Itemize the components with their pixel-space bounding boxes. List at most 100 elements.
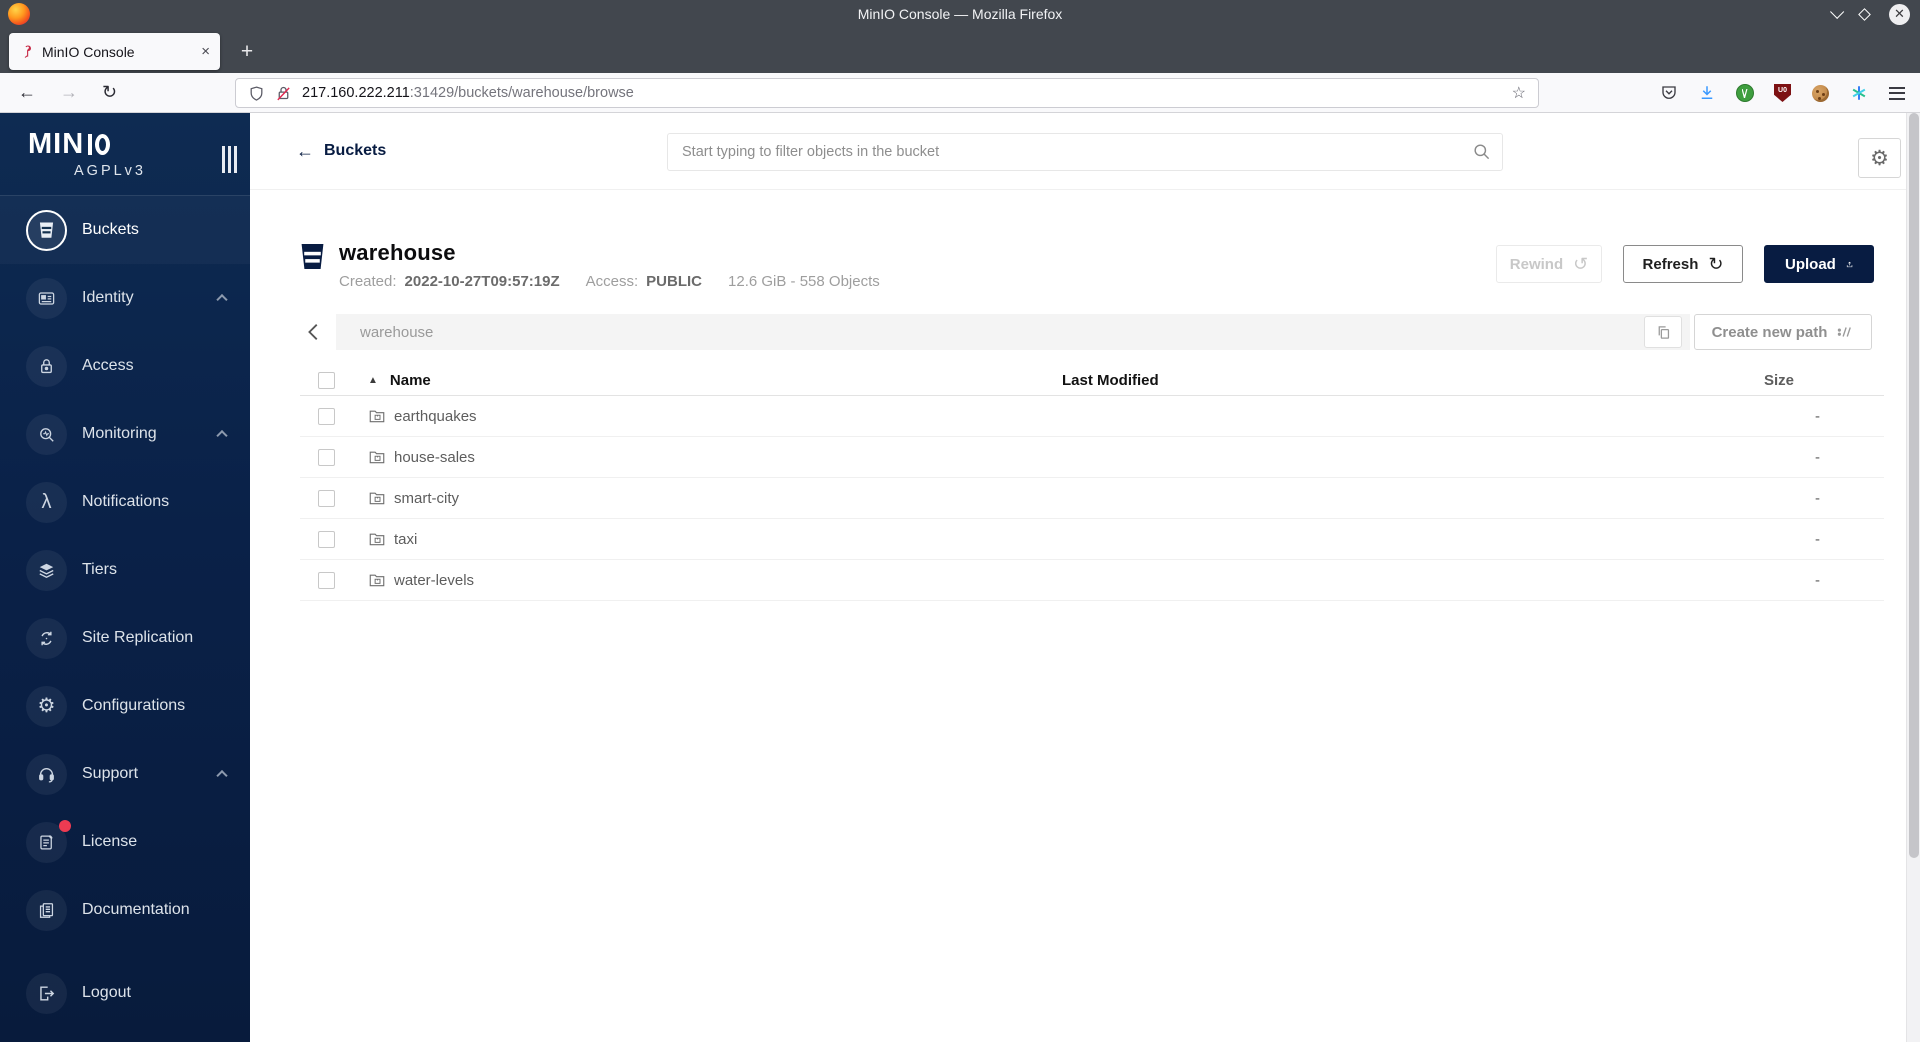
create-new-path-button[interactable]: Create new path [1694,314,1872,350]
bucket-icon [301,244,324,269]
current-path-text: warehouse [360,323,434,341]
sidebar-item-label: Site Replication [82,629,194,646]
url-bar[interactable]: 217.160.222.211:31429/buckets/warehouse/… [235,78,1539,108]
browser-toolbar: ← → ↻ 217.160.222.211:31429/buckets/ware… [0,73,1920,113]
row-name-cell[interactable]: water-levels [368,571,1062,589]
monitor-search-icon [26,413,67,455]
back-to-buckets-link[interactable]: ← Buckets [296,141,386,162]
pocket-icon[interactable] [1659,84,1678,103]
privacy-badger-icon[interactable] [1735,84,1754,103]
page-scrollbar[interactable] [1906,113,1920,1042]
window-titlebar: MinIO Console — Mozilla Firefox ✕ [0,0,1920,28]
sidebar-item-label: Configurations [82,697,186,714]
path-navigation-row: warehouse Create new path [300,314,1874,350]
bucket-size-summary: 12.6 GiB - 558 Objects [728,273,880,290]
table-row-house-sales[interactable]: house-sales - [300,437,1884,478]
row-checkbox[interactable] [318,489,335,507]
sidebar-item-tiers[interactable]: Tiers [0,536,250,604]
forward-button[interactable]: → [60,82,78,103]
row-size: - [1815,571,1820,589]
access-label: Access: [585,273,639,290]
table-row-earthquakes[interactable]: earthquakes - [300,396,1884,437]
tab-strip: MinIO Console × + [0,28,1920,73]
logout-icon [26,972,67,1014]
search-icon [1474,144,1490,160]
cookie-manager-icon[interactable] [1811,84,1830,103]
path-back-button[interactable] [300,318,328,346]
sidebar-item-label: Buckets [82,221,139,238]
bucket-header: warehouse Created: 2022-10-27T09:57:19Z A… [300,240,1874,290]
license-alert-badge [59,819,71,832]
sidebar-item-documentation[interactable]: Documentation [0,876,250,944]
table-header-row: ▲ Name Last Modified Size [300,366,1884,396]
window-title: MinIO Console — Mozilla Firefox [857,6,1063,22]
back-button[interactable]: ← [18,82,36,103]
row-size: - [1815,407,1820,425]
documentation-icon [26,889,67,931]
copy-path-button[interactable] [1644,316,1682,348]
browser-tab-minio-console[interactable]: MinIO Console × [9,33,220,70]
table-row-water-levels[interactable]: water-levels - [300,560,1884,601]
minio-logo: MIN AGPLv3 [0,113,250,196]
sidebar-item-license[interactable]: License [0,808,250,876]
sidebar-item-label: Tiers [82,561,117,578]
column-header-size[interactable]: Size [1674,372,1884,389]
sidebar-item-buckets[interactable]: Buckets [0,196,250,264]
replication-icon [26,617,67,659]
folder-name: house-sales [394,448,475,466]
row-checkbox[interactable] [318,448,335,466]
sidebar-item-site-replication[interactable]: Site Replication [0,604,250,672]
logo-i-bar [88,133,93,155]
menu-hamburger-icon[interactable] [1887,84,1906,103]
folder-name: water-levels [394,571,475,589]
window-minimize-icon[interactable] [1830,4,1845,19]
refresh-button[interactable]: Refresh ↻ [1623,245,1743,283]
sidebar-item-access[interactable]: Access [0,332,250,400]
bucket-name-title: warehouse [339,240,456,265]
sidebar-collapse-icon[interactable] [221,146,237,173]
row-name-cell[interactable]: house-sales [368,448,1062,466]
sidebar-item-label: Documentation [82,901,190,918]
extension-spark-icon[interactable] [1849,84,1868,103]
row-checkbox[interactable] [318,530,335,548]
current-path-bar: warehouse [336,314,1690,350]
bucket-settings-button[interactable]: ⚙ [1858,138,1901,178]
access-value: PUBLIC [646,273,703,290]
column-header-last-modified[interactable]: Last Modified [1062,372,1674,389]
page-header: ← Buckets ⚙ [250,113,1920,190]
downloads-icon[interactable] [1697,84,1716,103]
sidebar-item-logout[interactable]: Logout [0,959,250,1027]
sidebar-item-monitoring[interactable]: Monitoring [0,400,250,468]
table-row-smart-city[interactable]: smart-city - [300,478,1884,519]
row-checkbox[interactable] [318,407,335,425]
reload-button[interactable]: ↻ [102,82,117,103]
upload-button[interactable]: Upload [1764,245,1874,283]
license-doc-icon [26,819,71,863]
ublock-origin-icon[interactable]: U0 [1773,84,1792,103]
new-tab-button[interactable]: + [233,38,261,66]
row-checkbox[interactable] [318,571,335,589]
sidebar-item-configurations[interactable]: ⚙ Configurations [0,672,250,740]
row-name-cell[interactable]: taxi [368,530,1062,548]
tab-close-icon[interactable]: × [201,43,210,60]
sidebar-item-notifications[interactable]: λ Notifications [0,468,250,536]
select-all-checkbox[interactable] [318,372,335,389]
scrollbar-thumb[interactable] [1909,113,1919,858]
sidebar-item-identity[interactable]: Identity [0,264,250,332]
sidebar-item-label: Identity [82,289,134,306]
window-maximize-icon[interactable] [1858,7,1871,21]
lambda-icon: λ [26,481,67,523]
window-close-icon[interactable]: ✕ [1889,3,1910,25]
chevron-up-icon [216,429,228,442]
filter-objects-input[interactable] [667,133,1503,171]
insecure-lock-icon[interactable] [275,85,292,102]
row-name-cell[interactable]: earthquakes [368,407,1062,425]
table-row-taxi[interactable]: taxi - [300,519,1884,560]
column-header-name[interactable]: Name [390,372,431,389]
row-name-cell[interactable]: smart-city [368,489,1062,507]
bookmark-star-icon[interactable]: ☆ [1512,83,1526,103]
tracking-shield-icon[interactable] [248,85,265,102]
sidebar-item-support[interactable]: Support [0,740,250,808]
sort-ascending-icon[interactable]: ▲ [368,375,378,386]
rewind-button[interactable]: Rewind ↺ [1496,245,1602,283]
